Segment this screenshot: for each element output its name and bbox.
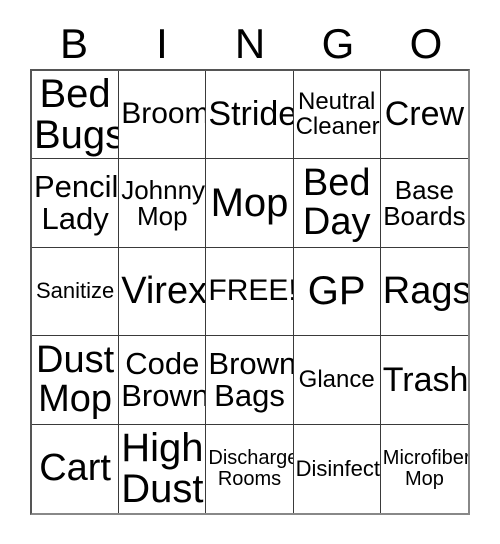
- bingo-cell[interactable]: GP: [293, 247, 381, 337]
- bingo-cell[interactable]: Base Boards: [380, 159, 468, 248]
- bingo-cell[interactable]: Code Brown: [119, 336, 207, 425]
- bingo-cell-label: Sanitize: [35, 278, 115, 304]
- bingo-cell[interactable]: Dust Mop: [32, 336, 120, 425]
- bingo-header-letter-i: I: [156, 19, 168, 67]
- bingo-cell[interactable]: Microfiber Mop: [380, 424, 468, 513]
- bingo-header-letter-o: O: [409, 19, 443, 67]
- bingo-cell[interactable]: Rags: [380, 247, 468, 337]
- bingo-cell-label: High Dust: [121, 426, 204, 511]
- bingo-cell[interactable]: Trash: [380, 336, 468, 425]
- bingo-cell-label: Trash: [382, 360, 468, 399]
- bingo-cell[interactable]: Virex: [119, 247, 207, 337]
- bingo-cell-label: Johnny Mop: [121, 174, 206, 232]
- bingo-cell-label: Pencil Lady: [34, 169, 119, 237]
- bingo-cell[interactable]: Bed Day: [293, 159, 381, 248]
- bingo-cell[interactable]: Discharge Rooms: [206, 424, 294, 513]
- bingo-cell[interactable]: Disinfect: [293, 424, 381, 513]
- bingo-cell[interactable]: Cart: [32, 424, 120, 513]
- bingo-cell[interactable]: Stride: [206, 71, 294, 160]
- bingo-cell-label: Brown Bags: [208, 346, 294, 413]
- bingo-header-letter-n: N: [234, 19, 266, 67]
- bingo-cell-label: Microfiber Mop: [382, 447, 468, 490]
- bingo-cell-label: Virex: [121, 270, 207, 313]
- bingo-cell-label: Broom: [121, 97, 207, 131]
- bingo-header-row: B I N G O: [30, 18, 470, 69]
- bingo-cell[interactable]: Broom: [119, 71, 207, 160]
- bingo-cell-label: Dust Mop: [36, 339, 115, 420]
- bingo-cell-label: FREE!: [208, 274, 294, 308]
- bingo-cell-label: Base Boards: [383, 174, 466, 232]
- bingo-cell-label: Cart: [39, 447, 111, 490]
- bingo-cell-label: Bed Day: [302, 162, 371, 244]
- bingo-cell[interactable]: Crew: [380, 71, 468, 160]
- bingo-cell-label: Mop: [210, 180, 289, 225]
- bingo-header-letter-b: B: [59, 19, 88, 67]
- bingo-cell[interactable]: Bed Bugs: [32, 71, 120, 160]
- bingo-cell-label: Crew: [384, 95, 465, 134]
- bingo-cell[interactable]: Johnny Mop: [119, 159, 207, 248]
- bingo-cell[interactable]: Brown Bags: [206, 336, 294, 425]
- bingo-card: B I N G O Bed Bugs Broom Stride Neutral …: [0, 0, 500, 544]
- bingo-cell[interactable]: Sanitize: [32, 247, 120, 337]
- bingo-grid: Bed Bugs Broom Stride Neutral Cleaner Cr…: [30, 69, 470, 515]
- bingo-cell-label: Discharge Rooms: [208, 447, 294, 490]
- bingo-cell-label: Bed Bugs: [34, 71, 120, 157]
- bingo-cell[interactable]: Pencil Lady: [32, 159, 120, 248]
- bingo-cell[interactable]: Mop: [206, 159, 294, 248]
- bingo-cell-free-space[interactable]: FREE!: [206, 247, 294, 337]
- bingo-cell-label: Neutral Cleaner: [295, 88, 380, 140]
- bingo-cell[interactable]: High Dust: [119, 424, 207, 513]
- bingo-cell-label: Disinfect: [295, 455, 380, 481]
- bingo-cell[interactable]: Glance: [293, 336, 381, 425]
- bingo-header-letter-g: G: [321, 19, 355, 67]
- bingo-cell-label: Glance: [298, 365, 375, 393]
- bingo-cell-label: Code Brown: [121, 346, 207, 413]
- bingo-cell[interactable]: Neutral Cleaner: [293, 71, 381, 160]
- bingo-cell-label: Rags: [382, 270, 468, 313]
- bingo-cell-label: Stride: [208, 95, 294, 134]
- bingo-cell-label: GP: [307, 269, 366, 314]
